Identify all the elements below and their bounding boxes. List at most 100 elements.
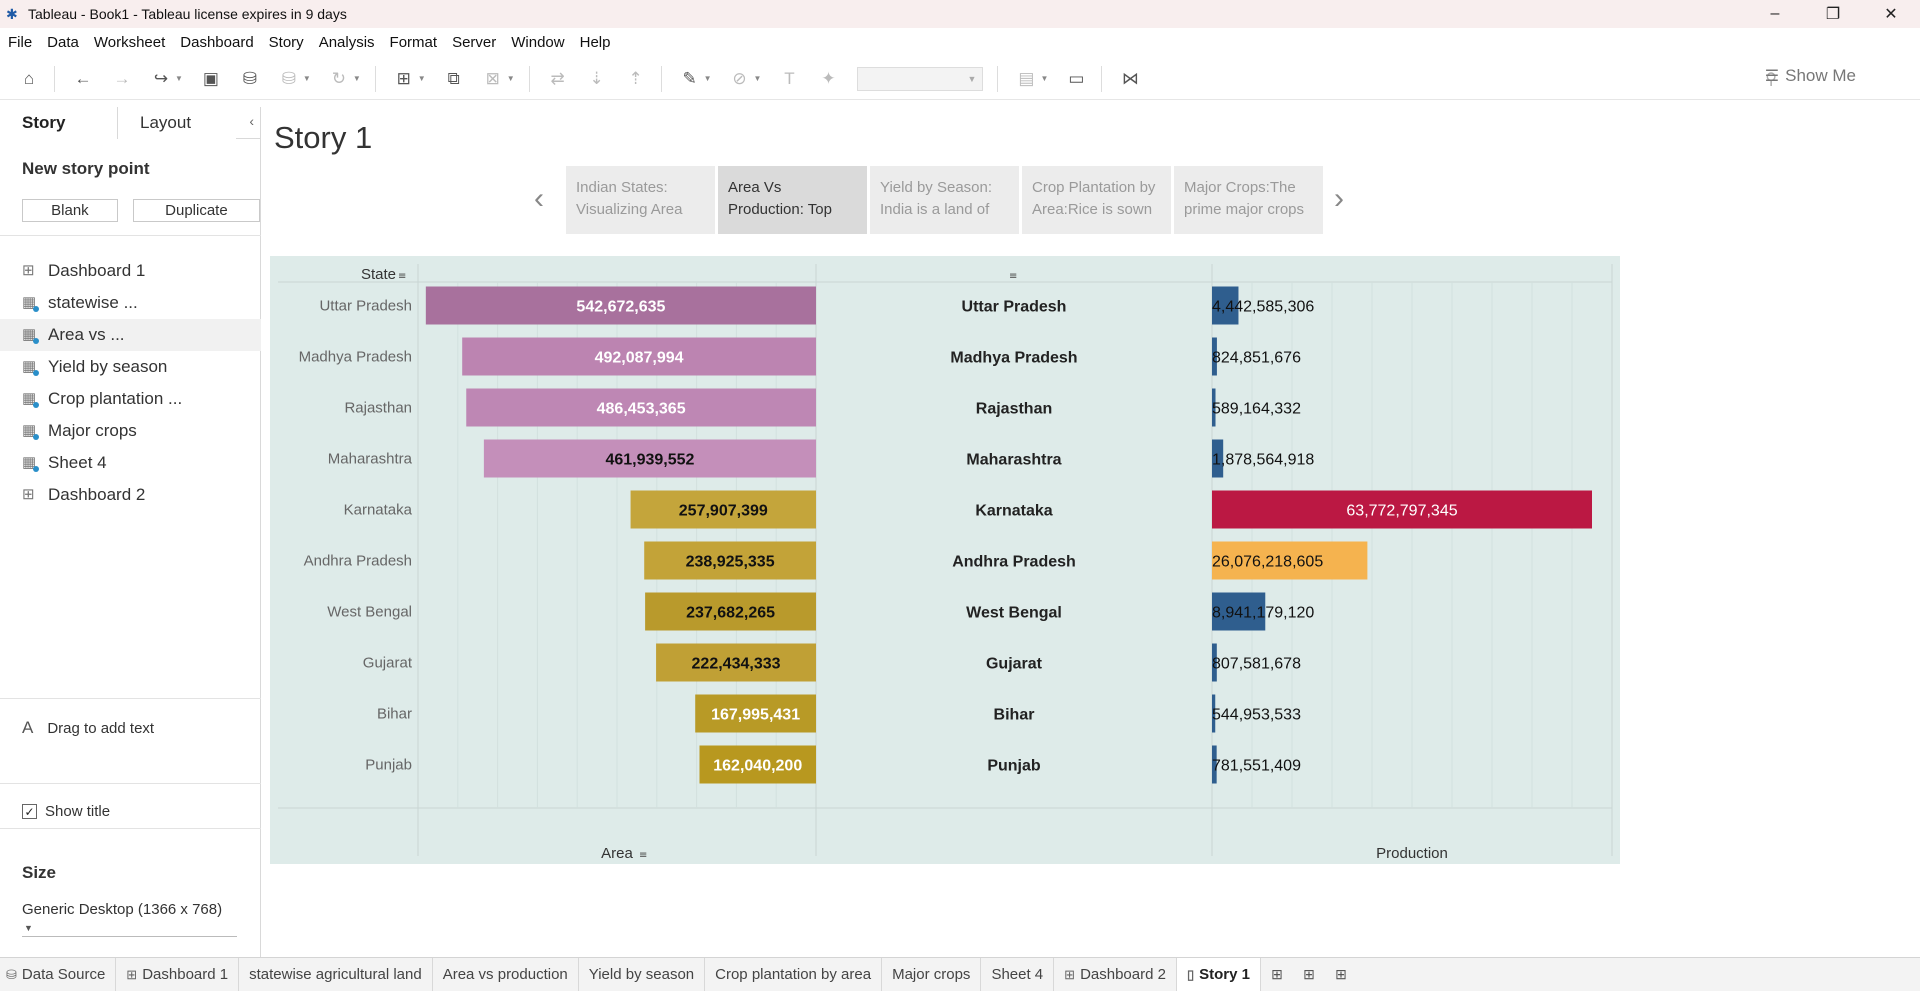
dashboard-icon: ⊞ [126, 966, 138, 982]
story-sheet-item[interactable]: ▦ Major crops [0, 415, 261, 447]
minimize-button[interactable]: – [1746, 0, 1804, 28]
menu-data[interactable]: Data [47, 34, 79, 51]
fit-select[interactable]: ▼ [857, 66, 984, 91]
worksheet-icon: ▦ [22, 423, 39, 440]
chevron-down-icon[interactable]: ▼ [754, 74, 762, 83]
new-dashboard-icon[interactable]: ⊞ [1293, 958, 1325, 991]
redo-icon[interactable]: → [111, 68, 133, 90]
chevron-down-icon[interactable]: ▼ [1040, 74, 1048, 83]
story-point-3[interactable]: Yield by Season: India is a land of [870, 166, 1019, 234]
sheet-status-dot [33, 434, 39, 440]
sort-descending-icon[interactable]: ⇡ [625, 68, 647, 90]
drag-to-add-text[interactable]: A Drag to add text [22, 718, 154, 738]
group-icon[interactable]: ⊘ [729, 68, 751, 90]
fix-axes-icon[interactable]: ✦ [817, 68, 839, 90]
share-icon[interactable]: ⋈ [1119, 68, 1141, 90]
sheet-tab[interactable]: Major crops [882, 957, 982, 991]
duplicate-sheet-icon[interactable]: ⧉ [443, 68, 465, 90]
blank-button[interactable]: Blank [22, 199, 118, 222]
previous-story-point-icon[interactable]: ‹ [534, 182, 544, 216]
chevron-down-icon[interactable]: ▼ [303, 74, 311, 83]
story-point-5[interactable]: Major Crops:The prime major crops [1174, 166, 1323, 234]
undo-icon[interactable]: ← [72, 68, 94, 90]
story-sheet-item[interactable]: ▦ Crop plantation ... [0, 383, 261, 415]
story-sheet-item[interactable]: ▦ Area vs ... [0, 319, 261, 351]
state-label: Rajasthan [344, 400, 412, 417]
chevron-down-icon[interactable]: ▼ [418, 74, 426, 83]
sheet-tab-label: statewise agricultural land [249, 966, 422, 983]
sort-icon[interactable]: ≡ [1009, 271, 1017, 282]
story-sheet-item[interactable]: ▦ Yield by season [0, 351, 261, 383]
state-center-label: Karnataka [975, 503, 1052, 520]
tab-layout[interactable]: Layout [118, 107, 236, 139]
new-story-icon[interactable]: ⊞ [1325, 958, 1357, 991]
sheet-tab[interactable]: Area vs production [433, 957, 579, 991]
chevron-down-icon[interactable]: ▼ [353, 74, 361, 83]
state-center-label: Gujarat [986, 656, 1043, 673]
menu-analysis[interactable]: Analysis [319, 34, 375, 51]
new-data-source-icon[interactable]: ⛁ [239, 68, 261, 90]
show-title-checkbox[interactable]: ✓ [22, 804, 37, 819]
menu-dashboard[interactable]: Dashboard [180, 34, 253, 51]
tab-story[interactable]: Story [0, 107, 118, 139]
menu-window[interactable]: Window [511, 34, 564, 51]
sheet-tab[interactable]: statewise agricultural land [239, 957, 433, 991]
menu-format[interactable]: Format [390, 34, 438, 51]
new-worksheet-icon[interactable]: ⊞ [393, 68, 415, 90]
sheet-status-dot [33, 466, 39, 472]
swap-icon[interactable]: ⇄ [547, 68, 569, 90]
menu-help[interactable]: Help [580, 34, 611, 51]
show-cards-icon[interactable]: ▤ [1015, 68, 1037, 90]
area-value-label: 257,907,399 [679, 503, 768, 520]
replay-icon[interactable]: ↪ [150, 68, 172, 90]
highlight-icon[interactable]: ✎ [679, 68, 701, 90]
sheet-tab[interactable]: ⛁ Data Source [0, 957, 117, 991]
sheet-tab[interactable]: ⊞ Dashboard 1 [116, 957, 240, 991]
save-icon[interactable]: ▣ [200, 68, 222, 90]
new-worksheet-icon[interactable]: ⊞ [1261, 958, 1293, 991]
duplicate-button[interactable]: Duplicate [132, 199, 260, 222]
story-point-4[interactable]: Crop Plantation by Area:Rice is sown [1022, 166, 1171, 234]
menu-story[interactable]: Story [269, 34, 304, 51]
state-center-label: Bihar [994, 707, 1035, 724]
story-point-2[interactable]: Area Vs Production: Top [718, 166, 867, 234]
sheet-tab[interactable]: ▯ Story 1 [1176, 957, 1261, 991]
chevron-down-icon[interactable]: ▼ [704, 74, 712, 83]
divider [0, 783, 261, 784]
restore-button[interactable]: ❐ [1804, 0, 1862, 28]
sheet-tab[interactable]: Sheet 4 [981, 957, 1055, 991]
sort-icon[interactable]: ≡ [639, 850, 647, 861]
collapse-panel-icon[interactable]: ‹ [249, 113, 254, 129]
chevron-down-icon[interactable]: ▼ [507, 74, 515, 83]
story-point-1[interactable]: Indian States: Visualizing Area [566, 166, 715, 234]
menu-server[interactable]: Server [452, 34, 496, 51]
menu-file[interactable]: File [8, 34, 32, 51]
sheet-item-label: statewise ... [48, 293, 138, 312]
sort-icon[interactable]: ≡ [398, 271, 406, 282]
sheet-tab-label: Area vs production [442, 966, 568, 983]
pause-updates-icon[interactable]: ⛁ [278, 68, 300, 90]
refresh-icon[interactable]: ↻ [328, 68, 350, 90]
story-sheet-item[interactable]: ▦ Sheet 4 [0, 447, 261, 479]
sheet-tab[interactable]: Yield by season [579, 957, 706, 991]
production-value-label: 824,851,676 [1212, 350, 1301, 367]
menu-worksheet[interactable]: Worksheet [94, 34, 165, 51]
close-button[interactable]: ✕ [1862, 0, 1920, 28]
sort-ascending-icon[interactable]: ⇣ [586, 68, 608, 90]
story-title[interactable]: Story 1 [274, 120, 372, 156]
show-title-toggle[interactable]: ✓ Show title [22, 803, 110, 820]
labels-icon[interactable]: T [778, 68, 800, 90]
story-sheet-item[interactable]: ⊞ Dashboard 1 [0, 255, 261, 287]
sheet-tab[interactable]: Crop plantation by area [705, 957, 883, 991]
story-sheet-item[interactable]: ⊞ Dashboard 2 [0, 479, 261, 511]
size-select[interactable]: Generic Desktop (1366 x 768) ▼ [22, 901, 237, 937]
presentation-mode-icon[interactable]: ▭ [1065, 68, 1087, 90]
chevron-down-icon[interactable]: ▼ [175, 74, 183, 83]
story-sheet-item[interactable]: ▦ statewise ... [0, 287, 261, 319]
next-story-point-icon[interactable]: › [1334, 182, 1344, 216]
show-me-button[interactable]: ☰ Show Me [1765, 66, 1856, 86]
toolbar-divider [374, 65, 376, 92]
home-icon[interactable]: ⌂ [18, 68, 40, 90]
sheet-tab[interactable]: ⊞ Dashboard 2 [1054, 957, 1177, 991]
clear-sheet-icon[interactable]: ⊠ [482, 68, 504, 90]
